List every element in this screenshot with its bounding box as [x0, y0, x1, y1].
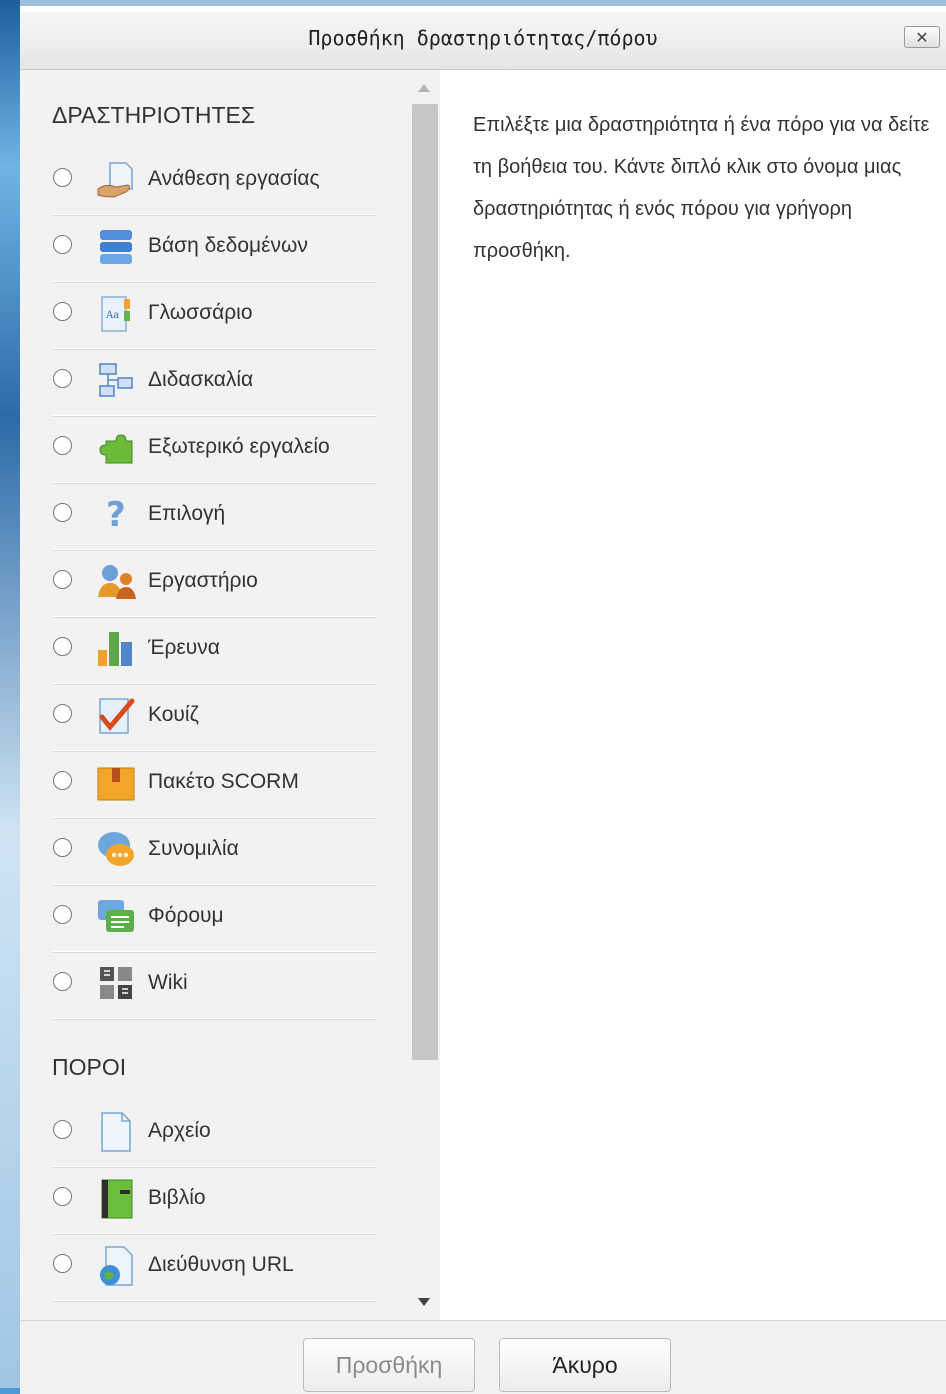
- scroll-thumb[interactable]: [412, 104, 438, 1060]
- option-survey[interactable]: Έρευνα: [52, 616, 376, 684]
- option-lesson[interactable]: Διδασκαλία: [52, 348, 376, 416]
- svg-text:Aa: Aa: [105, 310, 119, 321]
- glossary-icon: Aa: [101, 296, 130, 332]
- radio-button[interactable]: [53, 771, 72, 790]
- add-activity-dialog: Προσθήκη δραστηριότητας/πόρου ✕ ΔΡΑΣΤΗΡΙ…: [20, 0, 946, 1394]
- dialog-titlebar: Προσθήκη δραστηριότητας/πόρου ✕: [20, 12, 946, 70]
- help-text: Επιλέξτε μια δραστηριότητα ή ένα πόρο γι…: [473, 114, 930, 262]
- close-icon: ✕: [915, 28, 929, 47]
- wiki-icon: [100, 967, 132, 999]
- cancel-button[interactable]: Άκυρο: [499, 1338, 671, 1392]
- survey-icon: [98, 632, 132, 666]
- option-wiki[interactable]: Wiki: [52, 951, 376, 1019]
- add-button[interactable]: Προσθήκη: [303, 1338, 475, 1392]
- option-label: Κουίζ: [148, 703, 199, 726]
- radio-button[interactable]: [53, 302, 72, 321]
- option-label: Wiki: [148, 971, 188, 994]
- option-external-tool[interactable]: Εξωτερικό εργαλείο: [52, 415, 376, 483]
- file-icon: [101, 1112, 131, 1152]
- quiz-icon: [99, 698, 135, 734]
- option-partial[interactable]: [52, 1300, 376, 1320]
- option-chat[interactable]: Συνομιλία: [52, 817, 376, 885]
- radio-button[interactable]: [53, 436, 72, 455]
- option-label: Εργαστήριο: [148, 569, 258, 592]
- option-label: Φόρουμ: [148, 904, 224, 927]
- radio-button[interactable]: [53, 503, 72, 522]
- option-label: Ανάθεση εργασίας: [148, 167, 320, 190]
- option-scorm[interactable]: Πακέτο SCORM: [52, 750, 376, 818]
- svg-text:?: ?: [106, 495, 126, 535]
- option-workshop[interactable]: Εργαστήριο: [52, 549, 376, 617]
- radio-button[interactable]: [53, 1187, 72, 1206]
- list-scrollbar[interactable]: [410, 70, 440, 1320]
- radio-button[interactable]: [53, 704, 72, 723]
- option-book[interactable]: Βιβλίο: [52, 1166, 376, 1234]
- module-chooser-list: ΔΡΑΣΤΗΡΙΟΤΗΤΕΣ Ανάθεση εργασίας Βάση δεδ…: [20, 70, 440, 1320]
- option-label: Βάση δεδομένων: [148, 234, 308, 257]
- option-label: Διεύθυνση URL: [148, 1253, 294, 1276]
- book-icon: [101, 1179, 133, 1219]
- option-file[interactable]: Αρχείο: [52, 1099, 376, 1167]
- folder-icon: [96, 1312, 136, 1320]
- option-label: Πακέτο SCORM: [148, 770, 299, 793]
- option-database[interactable]: Βάση δεδομένων: [52, 214, 376, 282]
- option-label: Εξωτερικό εργαλείο: [148, 435, 330, 458]
- database-icon: [100, 230, 132, 264]
- option-label: Διδασκαλία: [148, 368, 254, 391]
- radio-button[interactable]: [53, 570, 72, 589]
- option-choice[interactable]: ? Επιλογή: [52, 482, 376, 550]
- url-icon: [100, 1246, 133, 1286]
- option-quiz[interactable]: Κουίζ: [52, 683, 376, 751]
- close-button[interactable]: ✕: [904, 26, 940, 48]
- radio-button[interactable]: [53, 235, 72, 254]
- radio-button[interactable]: [53, 369, 72, 388]
- external-tool-icon: [99, 434, 133, 464]
- forum-icon: [98, 900, 134, 932]
- option-forum[interactable]: Φόρουμ: [52, 884, 376, 952]
- workshop-icon: [98, 565, 136, 599]
- option-label: Γλωσσάριο: [148, 301, 253, 324]
- lesson-icon: [99, 363, 133, 397]
- dialog-footer: Προσθήκη Άκυρο: [20, 1320, 946, 1394]
- option-label: Βιβλίο: [148, 1186, 206, 1209]
- option-label: Επιλογή: [148, 502, 226, 525]
- background-strip: [0, 0, 20, 1388]
- radio-button[interactable]: [53, 838, 72, 857]
- chat-icon: [98, 832, 134, 866]
- resources-heading: ΠΟΡΟΙ: [52, 1054, 127, 1080]
- option-label: Έρευνα: [148, 636, 220, 659]
- choice-icon: ?: [106, 495, 126, 535]
- dialog-title: Προσθήκη δραστηριότητας/πόρου: [308, 26, 658, 50]
- option-url[interactable]: Διεύθυνση URL: [52, 1233, 376, 1301]
- activities-heading: ΔΡΑΣΤΗΡΙΟΤΗΤΕΣ: [52, 102, 256, 128]
- assignment-icon: [97, 162, 133, 198]
- scroll-up-icon[interactable]: [418, 84, 430, 92]
- option-label: Αρχείο: [148, 1119, 211, 1142]
- radio-button[interactable]: [53, 168, 72, 187]
- radio-button[interactable]: [53, 637, 72, 656]
- radio-button[interactable]: [53, 905, 72, 924]
- option-glossary[interactable]: Aa Γλωσσάριο: [52, 281, 376, 349]
- option-label: Συνομιλία: [148, 837, 239, 860]
- radio-button[interactable]: [53, 1254, 72, 1273]
- scroll-down-icon[interactable]: [418, 1298, 430, 1306]
- help-panel: Επιλέξτε μια δραστηριότητα ή ένα πόρο γι…: [440, 70, 946, 1320]
- scorm-icon: [97, 767, 135, 801]
- radio-button[interactable]: [53, 972, 72, 991]
- radio-button[interactable]: [53, 1120, 72, 1139]
- option-assignment[interactable]: Ανάθεση εργασίας: [52, 147, 376, 215]
